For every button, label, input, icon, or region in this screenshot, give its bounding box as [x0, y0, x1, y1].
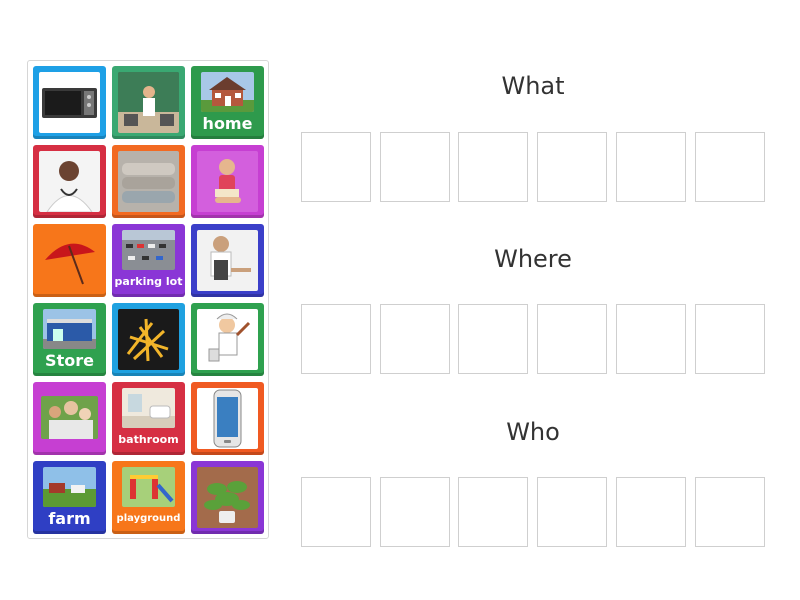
- tile-label: Store: [45, 351, 94, 370]
- drop-slot[interactable]: [458, 132, 528, 202]
- drop-slot[interactable]: [695, 304, 765, 374]
- drop-slot[interactable]: [695, 132, 765, 202]
- home-tile[interactable]: home: [191, 66, 264, 139]
- umbrella-tile[interactable]: [33, 224, 106, 297]
- plant-icon: [197, 467, 258, 528]
- drop-slot[interactable]: [616, 304, 686, 374]
- girl-reading-icon: [197, 151, 258, 212]
- waiter-icon: [197, 230, 258, 291]
- drop-slot[interactable]: [616, 477, 686, 547]
- drop-slot[interactable]: [695, 477, 765, 547]
- drop-slot[interactable]: [458, 304, 528, 374]
- bathroom-icon: [122, 388, 175, 428]
- tile-label: home: [202, 114, 253, 133]
- parking-lot-tile[interactable]: parking lot: [112, 224, 185, 297]
- group-title-where: Where: [494, 245, 572, 273]
- microwave-icon: [39, 72, 100, 133]
- drop-slot[interactable]: [380, 132, 450, 202]
- teacher-tile[interactable]: [112, 66, 185, 139]
- teacher-icon: [118, 72, 179, 133]
- tile-label: bathroom: [118, 433, 179, 446]
- playground-tile[interactable]: playground: [112, 461, 185, 534]
- drop-slot[interactable]: [616, 132, 686, 202]
- waiter-tile[interactable]: [191, 224, 264, 297]
- drop-slot[interactable]: [458, 477, 528, 547]
- playground-icon: [122, 467, 175, 507]
- plant-tile[interactable]: [191, 461, 264, 534]
- drop-slot[interactable]: [380, 477, 450, 547]
- tile-label: parking lot: [114, 275, 183, 288]
- family-tile[interactable]: [33, 382, 106, 455]
- towels-icon: [118, 151, 179, 212]
- tile-label: farm: [48, 509, 91, 528]
- drop-slot[interactable]: [301, 132, 371, 202]
- parking-lot-icon: [122, 230, 175, 270]
- phone-tile[interactable]: [191, 382, 264, 455]
- painter-tile[interactable]: [191, 303, 264, 376]
- painter-icon: [197, 309, 258, 370]
- bathroom-tile[interactable]: bathroom: [112, 382, 185, 455]
- umbrella-icon: [39, 230, 100, 291]
- towels-tile[interactable]: [112, 145, 185, 218]
- tile-panel: home parking lot Store bathroom farm pla…: [27, 60, 269, 539]
- group-title-what: What: [501, 72, 565, 100]
- drop-slot[interactable]: [301, 477, 371, 547]
- girl-reading-tile[interactable]: [191, 145, 264, 218]
- drop-slot[interactable]: [537, 132, 607, 202]
- drop-slot[interactable]: [380, 304, 450, 374]
- family-icon: [41, 396, 98, 439]
- fries-icon: [118, 309, 179, 370]
- fries-tile[interactable]: [112, 303, 185, 376]
- store-icon: [43, 309, 96, 349]
- drop-slot[interactable]: [537, 477, 607, 547]
- farm-tile[interactable]: farm: [33, 461, 106, 534]
- house-icon: [201, 72, 254, 112]
- drop-slot[interactable]: [537, 304, 607, 374]
- tile-label: playground: [116, 513, 181, 524]
- group-title-who: Who: [506, 418, 560, 446]
- smartphone-icon: [197, 388, 258, 449]
- drop-slot[interactable]: [301, 304, 371, 374]
- farm-icon: [43, 467, 96, 507]
- microwave-tile[interactable]: [33, 66, 106, 139]
- doctor-tile[interactable]: [33, 145, 106, 218]
- store-tile[interactable]: Store: [33, 303, 106, 376]
- doctor-icon: [39, 151, 100, 212]
